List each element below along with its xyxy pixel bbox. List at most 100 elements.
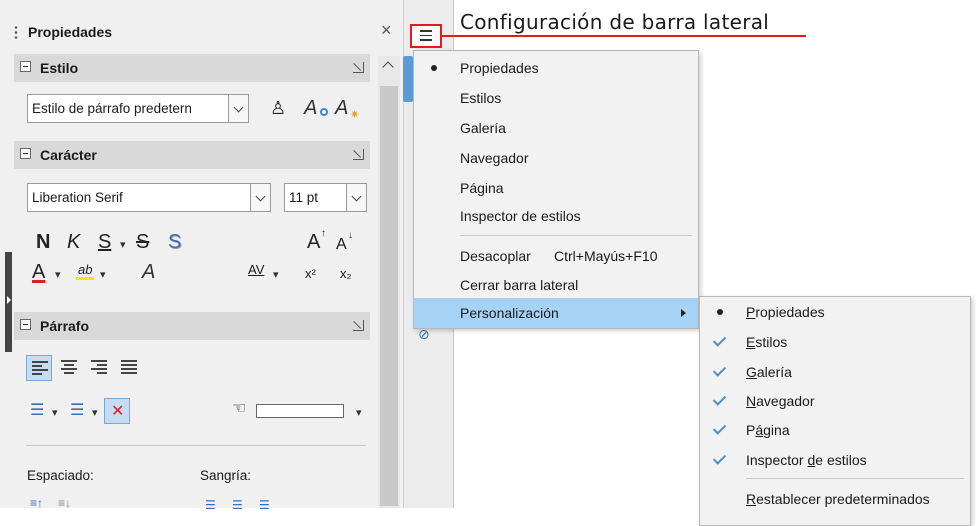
clear-formatting-button[interactable]: A bbox=[142, 262, 155, 282]
fill-format-icon[interactable]: ♙ bbox=[270, 98, 286, 118]
sidebar-splitter[interactable] bbox=[5, 252, 12, 352]
dropdown-icon[interactable] bbox=[346, 184, 366, 211]
menu-item-label: Página bbox=[460, 180, 504, 196]
align-left-icon bbox=[32, 361, 48, 375]
align-right-button[interactable] bbox=[86, 355, 112, 381]
sidebar-settings-menu: Propiedades Estilos Galería Navegador Pá… bbox=[413, 50, 699, 329]
collapse-icon[interactable] bbox=[20, 61, 31, 72]
more-options-icon[interactable] bbox=[353, 149, 364, 160]
menu-item-navegador[interactable]: Navegador bbox=[414, 143, 698, 173]
paragraph-style-combo[interactable]: Estilo de párrafo predetern bbox=[27, 94, 249, 123]
collapse-icon[interactable] bbox=[20, 148, 31, 159]
check-icon bbox=[712, 333, 727, 347]
underline-dropdown-icon[interactable]: ▾ bbox=[120, 238, 126, 251]
character-spacing-button[interactable]: AV bbox=[248, 262, 264, 277]
numbered-list-icon[interactable]: ☰ bbox=[70, 400, 84, 420]
bold-button[interactable]: N bbox=[36, 232, 50, 252]
bullet-list-icon[interactable]: ☰ bbox=[30, 400, 44, 420]
customize-submenu: Propiedades Estilos Galería Navegador Pá… bbox=[699, 296, 971, 526]
menu-item-label: Personalización bbox=[460, 305, 559, 321]
radio-bullet-icon bbox=[431, 65, 437, 71]
section-label: Carácter bbox=[40, 147, 97, 163]
submenu-item-propiedades[interactable]: Propiedades bbox=[700, 297, 970, 327]
submenu-item-pagina[interactable]: Página bbox=[700, 415, 970, 445]
scroll-thumb[interactable] bbox=[380, 86, 398, 506]
subscript-button[interactable]: x₂ bbox=[340, 266, 352, 281]
align-left-button[interactable] bbox=[26, 355, 52, 381]
check-icon bbox=[712, 392, 727, 406]
submenu-item-estilos[interactable]: Estilos bbox=[700, 327, 970, 357]
collapse-icon[interactable] bbox=[20, 319, 31, 330]
menu-separator bbox=[746, 478, 964, 479]
submenu-item-label: Restablecer predeterminados bbox=[746, 491, 930, 507]
highlight-dropdown-icon[interactable]: ▾ bbox=[100, 268, 106, 281]
grow-font-button[interactable]: A bbox=[307, 232, 320, 252]
check-icon bbox=[712, 363, 727, 377]
shadow-button[interactable]: S bbox=[168, 232, 181, 252]
align-center-button[interactable] bbox=[56, 355, 82, 381]
underline-button[interactable]: S bbox=[98, 232, 111, 252]
deck-scrollbar[interactable] bbox=[378, 56, 400, 508]
section-estilo[interactable]: Estilo bbox=[14, 54, 370, 82]
grip-icon[interactable] bbox=[14, 25, 18, 41]
menu-item-propiedades[interactable]: Propiedades bbox=[414, 53, 698, 83]
font-name-combo[interactable]: Liberation Serif bbox=[27, 183, 271, 212]
submenu-item-restablecer[interactable]: Restablecer predeterminados bbox=[700, 484, 970, 514]
section-label: Estilo bbox=[40, 60, 79, 76]
bullet-dropdown-icon[interactable]: ▾ bbox=[52, 406, 58, 419]
submenu-item-label: Inspector de estilos bbox=[746, 452, 867, 468]
scroll-up-icon[interactable] bbox=[382, 61, 394, 73]
dropdown-icon[interactable] bbox=[250, 184, 270, 211]
check-icon bbox=[712, 421, 727, 435]
sidebar-settings-button[interactable] bbox=[410, 24, 442, 48]
indent-increase-icon[interactable]: ☰ bbox=[205, 498, 216, 512]
new-style-icon[interactable]: A bbox=[335, 98, 348, 118]
submenu-item-label: Galería bbox=[746, 364, 792, 380]
menu-item-personalizacion[interactable]: Personalización bbox=[414, 298, 698, 328]
update-style-icon[interactable]: A bbox=[304, 98, 317, 118]
highlight-button[interactable]: ab bbox=[76, 262, 95, 280]
star-badge-icon: ✷ bbox=[350, 109, 360, 121]
indent-decrease-icon[interactable]: ☰ bbox=[232, 498, 243, 512]
shrink-font-button[interactable]: A bbox=[336, 236, 347, 254]
menu-item-cerrar[interactable]: Cerrar barra lateral bbox=[414, 270, 698, 300]
dropdown-icon[interactable] bbox=[228, 95, 248, 122]
section-caracter[interactable]: Carácter bbox=[14, 141, 370, 169]
menu-item-galeria[interactable]: Galería bbox=[414, 113, 698, 143]
paragraph-bg-icon[interactable]: ☜ bbox=[232, 398, 246, 418]
menu-separator bbox=[460, 235, 692, 236]
indent-hanging-icon[interactable]: ☰ bbox=[259, 498, 270, 512]
justify-button[interactable] bbox=[116, 355, 142, 381]
paragraph-bg-dropdown-icon[interactable]: ▾ bbox=[356, 406, 362, 419]
strikethrough-button[interactable]: S bbox=[136, 232, 149, 252]
italic-button[interactable]: K bbox=[67, 232, 80, 252]
menu-item-label: Inspector de estilos bbox=[460, 208, 581, 224]
menu-item-estilos[interactable]: Estilos bbox=[414, 83, 698, 113]
no-list-button[interactable]: ✕ bbox=[104, 398, 130, 424]
menu-item-pagina[interactable]: Página bbox=[414, 173, 698, 203]
submenu-item-inspector[interactable]: Inspector de estilos bbox=[700, 445, 970, 475]
superscript-button[interactable]: x² bbox=[305, 266, 316, 281]
more-options-icon[interactable] bbox=[353, 62, 364, 73]
active-tab-indicator bbox=[403, 56, 413, 102]
spacing-dropdown-icon[interactable]: ▾ bbox=[273, 268, 279, 281]
deck-title: Propiedades bbox=[28, 24, 113, 40]
menu-item-label: Galería bbox=[460, 120, 506, 136]
font-size-combo[interactable]: 11 pt bbox=[284, 183, 367, 212]
numbered-dropdown-icon[interactable]: ▾ bbox=[92, 406, 98, 419]
paragraph-bg-swatch[interactable] bbox=[256, 404, 344, 418]
check-icon bbox=[712, 451, 727, 465]
submenu-arrow-icon bbox=[681, 309, 686, 317]
section-parrafo[interactable]: Párrafo bbox=[14, 312, 370, 340]
font-color-button[interactable]: A bbox=[32, 262, 45, 282]
font-color-dropdown-icon[interactable]: ▾ bbox=[55, 268, 61, 281]
menu-item-desacoplar[interactable]: Desacoplar Ctrl+Mayús+F10 bbox=[414, 241, 698, 271]
submenu-item-galeria[interactable]: Galería bbox=[700, 357, 970, 387]
submenu-item-navegador[interactable]: Navegador bbox=[700, 386, 970, 416]
menu-item-inspector[interactable]: Inspector de estilos bbox=[414, 201, 698, 231]
font-name-value: Liberation Serif bbox=[32, 190, 123, 205]
close-icon[interactable]: × bbox=[381, 20, 392, 41]
refresh-badge-icon bbox=[320, 108, 328, 116]
more-options-icon[interactable] bbox=[353, 320, 364, 331]
deck-header: Propiedades × bbox=[14, 20, 399, 46]
